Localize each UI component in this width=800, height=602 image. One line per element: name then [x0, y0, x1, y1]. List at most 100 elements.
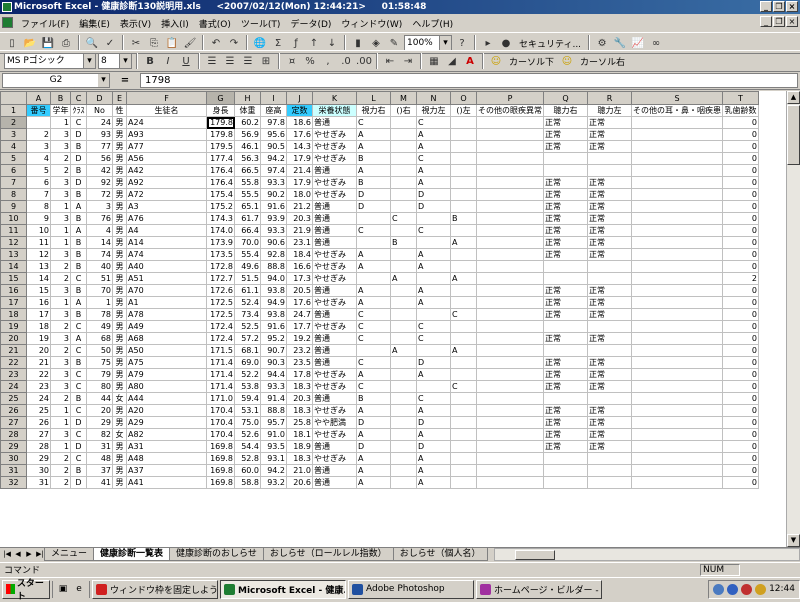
vertical-scrollbar[interactable]: ▲ ▼	[786, 91, 800, 547]
column-header[interactable]: K	[312, 91, 357, 105]
table-cell[interactable]	[476, 260, 544, 273]
table-cell[interactable]: 普通	[312, 476, 357, 489]
table-cell[interactable]	[390, 200, 417, 213]
table-cell[interactable]: A	[356, 248, 391, 261]
table-cell[interactable]	[450, 404, 477, 417]
table-cell[interactable]: 0	[722, 416, 759, 429]
table-cell[interactable]: 93	[86, 128, 113, 141]
table-cell[interactable]	[631, 416, 723, 429]
table-cell[interactable]: 男	[112, 152, 127, 165]
task-homepage-builder[interactable]: ホームページ・ビルダー - [...	[476, 579, 602, 599]
table-cell[interactable]: C	[356, 380, 391, 393]
column-header[interactable]: P	[476, 91, 544, 105]
header-cell[interactable]: 聴力右	[543, 104, 588, 117]
table-cell[interactable]: 男	[112, 308, 127, 321]
table-cell[interactable]: 男	[112, 380, 127, 393]
table-cell[interactable]: 0	[722, 380, 759, 393]
table-cell[interactable]: C	[450, 308, 477, 321]
table-cell[interactable]: 172.5	[206, 296, 235, 309]
row-header[interactable]: 14	[0, 260, 27, 273]
row-header[interactable]: 12	[0, 236, 27, 249]
header-cell[interactable]: ()左	[450, 104, 477, 117]
table-cell[interactable]: 普通	[312, 392, 357, 405]
table-cell[interactable]: B	[70, 392, 87, 405]
table-cell[interactable]: 普通	[312, 332, 357, 345]
table-cell[interactable]: A	[70, 224, 87, 237]
table-cell[interactable]: 74	[86, 248, 113, 261]
table-cell[interactable]: A14	[126, 236, 207, 249]
table-cell[interactable]	[476, 356, 544, 369]
table-cell[interactable]: 68.1	[234, 344, 261, 357]
table-cell[interactable]: 男	[112, 416, 127, 429]
table-cell[interactable]	[631, 368, 723, 381]
table-cell[interactable]: 正常	[543, 416, 588, 429]
table-cell[interactable]: 12	[26, 248, 51, 261]
table-cell[interactable]: A	[356, 476, 391, 489]
table-cell[interactable]: 49.6	[234, 260, 261, 273]
table-cell[interactable]: 68	[86, 332, 113, 345]
table-cell[interactable]: 30	[26, 464, 51, 477]
first-sheet-icon[interactable]: |◀	[2, 549, 12, 560]
table-cell[interactable]: 23.1	[286, 236, 313, 249]
table-cell[interactable]: 171.5	[206, 344, 235, 357]
table-cell[interactable]: D	[416, 356, 451, 369]
tray-ime-icon[interactable]	[727, 583, 739, 595]
column-header[interactable]: R	[587, 91, 632, 105]
table-cell[interactable]: 普通	[312, 212, 357, 225]
table-cell[interactable]	[450, 416, 477, 429]
table-cell[interactable]: A	[416, 404, 451, 417]
table-cell[interactable]: 172.4	[206, 320, 235, 333]
table-cell[interactable]: A	[416, 164, 451, 177]
table-cell[interactable]: 普通	[312, 236, 357, 249]
table-cell[interactable]: 175.2	[206, 200, 235, 213]
table-cell[interactable]: 20	[86, 404, 113, 417]
browser-icon[interactable]: e	[72, 582, 86, 596]
table-cell[interactable]: やせぎみ	[312, 260, 357, 273]
table-cell[interactable]	[390, 368, 417, 381]
table-cell[interactable]: 0	[722, 440, 759, 453]
table-cell[interactable]: 29	[26, 452, 51, 465]
table-cell[interactable]: 正常	[587, 212, 632, 225]
table-cell[interactable]	[631, 212, 723, 225]
table-cell[interactable]	[476, 476, 544, 489]
table-cell[interactable]: 52.8	[234, 452, 261, 465]
table-cell[interactable]	[631, 356, 723, 369]
table-cell[interactable]: 65.1	[234, 200, 261, 213]
table-cell[interactable]	[631, 464, 723, 477]
table-cell[interactable]: A	[416, 260, 451, 273]
table-cell[interactable]	[543, 464, 588, 477]
increase-indent-icon[interactable]: ⇥	[400, 53, 416, 69]
table-cell[interactable]	[631, 284, 723, 297]
header-cell[interactable]: 乳歯齢数	[722, 104, 759, 117]
header-cell[interactable]: ()右	[390, 104, 417, 117]
table-cell[interactable]: 52.2	[234, 368, 261, 381]
table-cell[interactable]	[476, 392, 544, 405]
table-cell[interactable]	[476, 464, 544, 477]
table-cell[interactable]: やせぎみ	[312, 188, 357, 201]
table-cell[interactable]	[631, 188, 723, 201]
table-cell[interactable]: やせぎみ	[312, 320, 357, 333]
drawing-icon[interactable]: ✎	[386, 35, 402, 51]
table-cell[interactable]	[476, 128, 544, 141]
table-cell[interactable]: 97.8	[260, 116, 287, 129]
table-cell[interactable]	[476, 236, 544, 249]
column-header[interactable]: N	[416, 91, 451, 105]
table-cell[interactable]: 0	[722, 236, 759, 249]
table-cell[interactable]: 0	[722, 176, 759, 189]
table-cell[interactable]: C	[356, 308, 391, 321]
table-cell[interactable]	[631, 428, 723, 441]
column-header[interactable]: B	[50, 91, 71, 105]
table-cell[interactable]	[476, 188, 544, 201]
table-cell[interactable]: A	[356, 128, 391, 141]
table-cell[interactable]: 90.7	[260, 344, 287, 357]
table-cell[interactable]: 男	[112, 176, 127, 189]
table-cell[interactable]: C	[416, 152, 451, 165]
table-cell[interactable]	[587, 344, 632, 357]
table-cell[interactable]: 60.2	[234, 116, 261, 129]
table-cell[interactable]: A41	[126, 476, 207, 489]
header-cell[interactable]: ｸﾗｽ	[70, 104, 87, 117]
header-cell[interactable]: 体重	[234, 104, 261, 117]
table-cell[interactable]	[476, 116, 544, 129]
table-cell[interactable]: A	[356, 368, 391, 381]
table-cell[interactable]: 171.4	[206, 356, 235, 369]
